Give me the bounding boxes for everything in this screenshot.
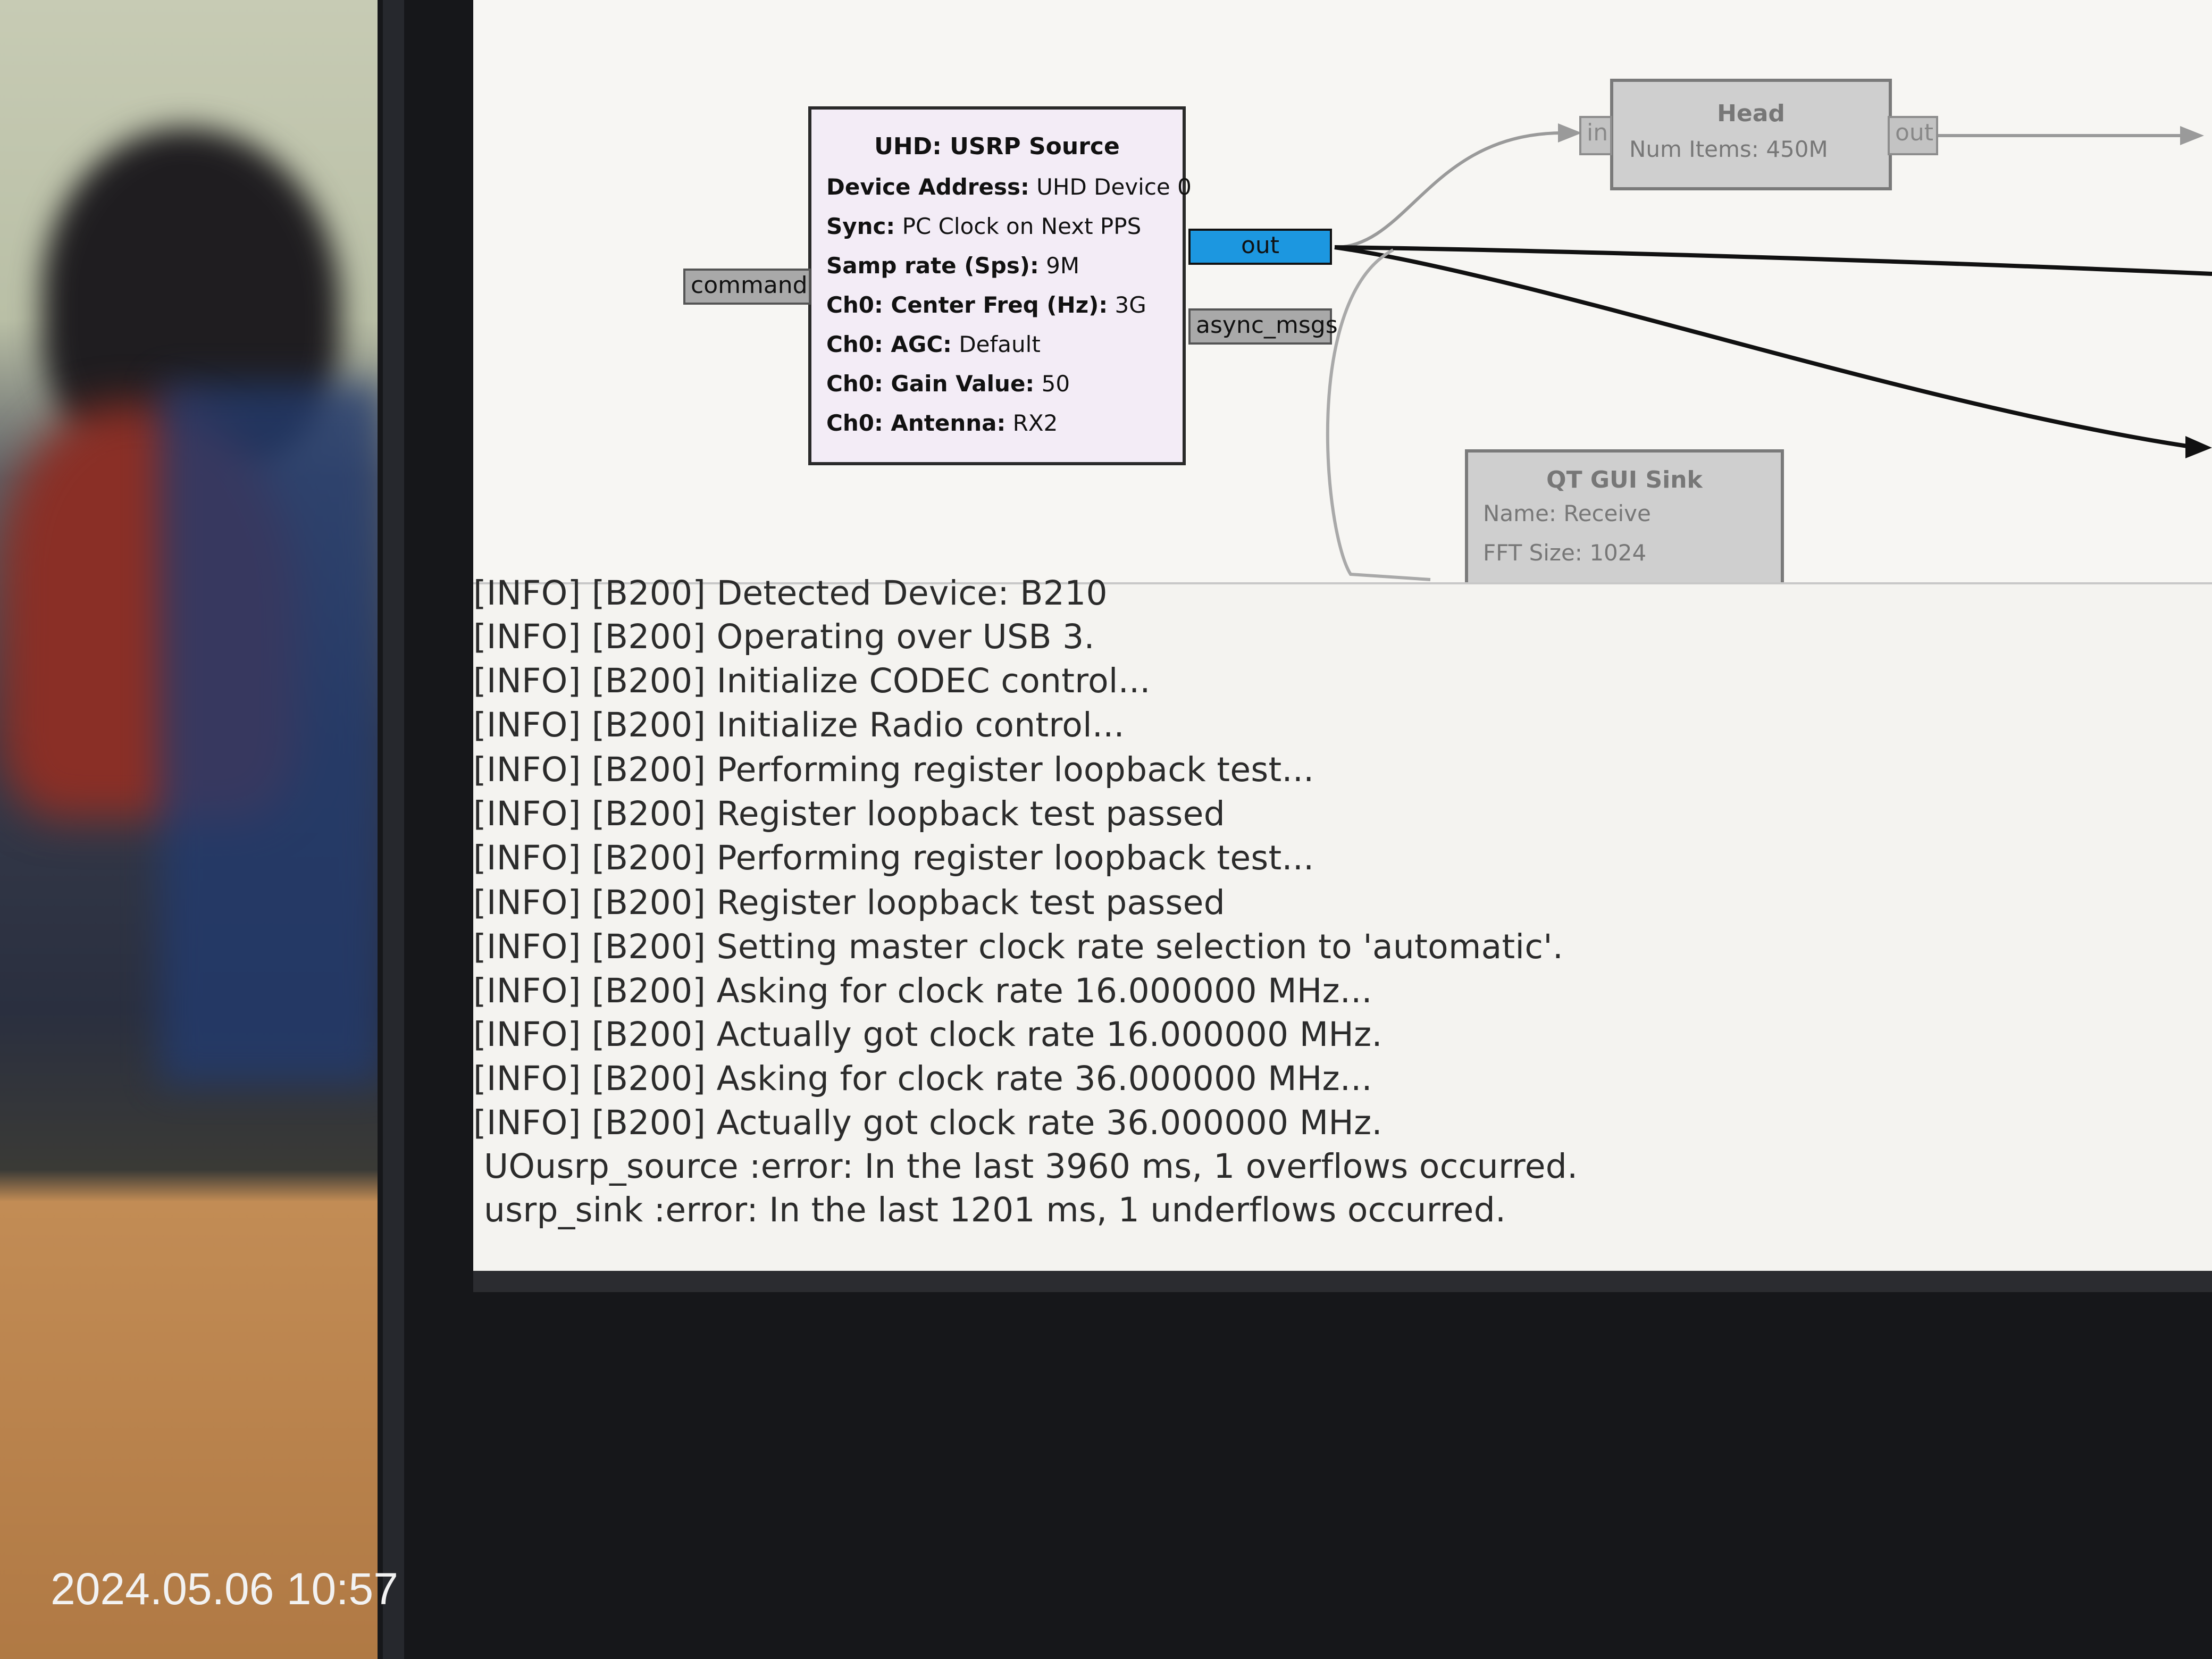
- arrow-head-out: [2180, 126, 2204, 145]
- param-num-items: Num Items: 450M: [1629, 136, 1828, 162]
- console-log-panel[interactable]: [INFO] [B200] Detected Device: B210 [INF…: [473, 574, 2212, 1278]
- param-fft-size: FFT Size: 1024: [1483, 540, 1647, 566]
- usrp-source-params: Device Address: UHD Device 0 Sync: PC Cl…: [811, 167, 1192, 443]
- console-line: [INFO] [B200] Performing register loopba…: [473, 750, 1314, 789]
- console-line: [INFO] [B200] Register loopback test pas…: [473, 883, 1226, 922]
- monitor-bezel-edge: [383, 0, 404, 1659]
- wire-source-right: [1334, 245, 2212, 276]
- console-line: [INFO] [B200] Asking for clock rate 16.0…: [473, 971, 1372, 1010]
- param-agc: Ch0: AGC: Default: [826, 331, 1041, 357]
- console-line: usrp_sink :error: In the last 1201 ms, 1…: [484, 1191, 1506, 1229]
- param-center-freq: Ch0: Center Freq (Hz): 3G: [826, 292, 1146, 318]
- screen-bottom-edge: [473, 1271, 2212, 1292]
- blurred-chair: [160, 383, 383, 1085]
- console-line: UOusrp_source :error: In the last 3960 m…: [484, 1147, 1578, 1186]
- param-sync: Sync: PC Clock on Next PPS: [826, 213, 1142, 239]
- param-antenna: Ch0: Antenna: RX2: [826, 410, 1058, 436]
- console-line: [INFO] [B200] Actually got clock rate 16…: [473, 1015, 1382, 1054]
- usrp-source-block[interactable]: UHD: USRP Source Device Address: UHD Dev…: [808, 106, 1192, 465]
- param-device-address: Device Address: UHD Device 0: [826, 174, 1192, 200]
- usrp-source-title: UHD: USRP Source: [874, 133, 1120, 160]
- console-line: [INFO] [B200] Asking for clock rate 36.0…: [473, 1059, 1372, 1098]
- console-line: [INFO] [B200] Actually got clock rate 36…: [473, 1103, 1382, 1142]
- wire-source-down-right: [1334, 245, 2191, 449]
- console-line: [INFO] [B200] Performing register loopba…: [473, 839, 1314, 877]
- flowgraph-canvas[interactable]: UHD: USRP Source Device Address: UHD Dev…: [473, 0, 2212, 588]
- qt-gui-sink-block[interactable]: QT GUI Sink Name: Receive FFT Size: 1024: [1465, 449, 1784, 588]
- photo-background: [0, 0, 404, 1659]
- wire-source-to-sink: [1326, 248, 1431, 581]
- console-line: [INFO] [B200] Initialize CODEC control..…: [473, 661, 1151, 700]
- port-out[interactable]: out: [1188, 229, 1332, 265]
- port-async-msgs[interactable]: async_msgs: [1188, 308, 1338, 345]
- head-title: Head: [1717, 100, 1785, 127]
- port-head-out[interactable]: out: [1888, 116, 1938, 155]
- arrow-down-right: [2185, 436, 2212, 458]
- param-samp-rate: Samp rate (Sps): 9M: [826, 253, 1080, 279]
- monitor-screen: UHD: USRP Source Device Address: UHD Dev…: [473, 0, 2212, 1287]
- wire-source-to-head: [1334, 131, 1564, 249]
- port-head-in[interactable]: in: [1579, 116, 1612, 155]
- console-line: [INFO] [B200] Register loopback test pas…: [473, 794, 1226, 833]
- qt-sink-title: QT GUI Sink: [1546, 466, 1703, 493]
- arrow-head-in: [1558, 123, 1582, 143]
- console-line: [INFO] [B200] Operating over USB 3.: [473, 617, 1095, 656]
- console-line: [INFO] [B200] Setting master clock rate …: [473, 927, 1564, 966]
- port-command[interactable]: command: [683, 269, 811, 305]
- console-line: [INFO] [B200] Detected Device: B210: [473, 574, 1108, 613]
- param-gain: Ch0: Gain Value: 50: [826, 371, 1070, 397]
- head-block[interactable]: Head Num Items: 450M: [1610, 79, 1892, 190]
- photo-timestamp: 2024.05.06 10:57: [51, 1564, 398, 1614]
- param-sink-name: Name: Receive: [1483, 500, 1651, 526]
- console-line: [INFO] [B200] Initialize Radio control..…: [473, 706, 1125, 744]
